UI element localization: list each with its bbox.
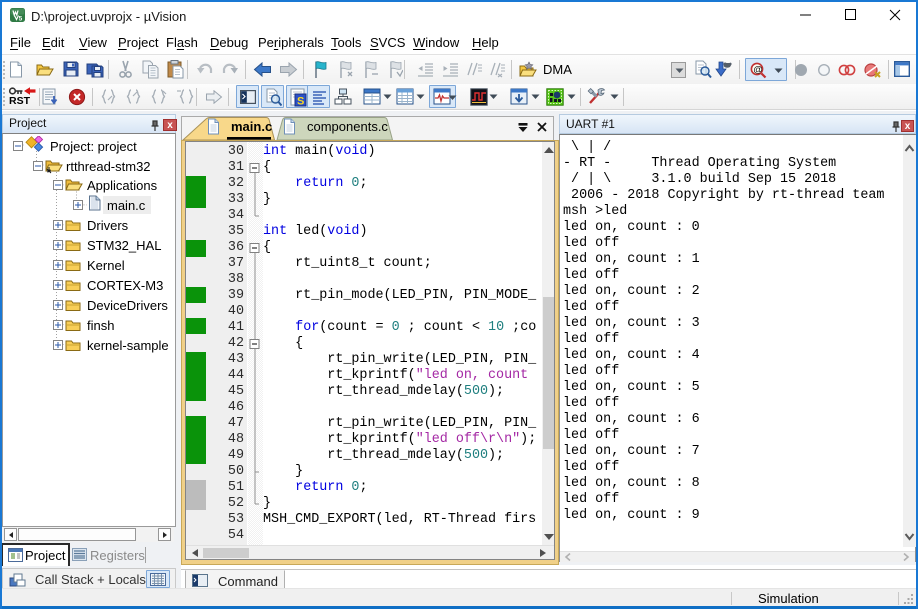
svg-text:S: S bbox=[297, 96, 304, 108]
svg-text:@: @ bbox=[753, 65, 762, 76]
svg-text:5: 5 bbox=[19, 16, 23, 23]
